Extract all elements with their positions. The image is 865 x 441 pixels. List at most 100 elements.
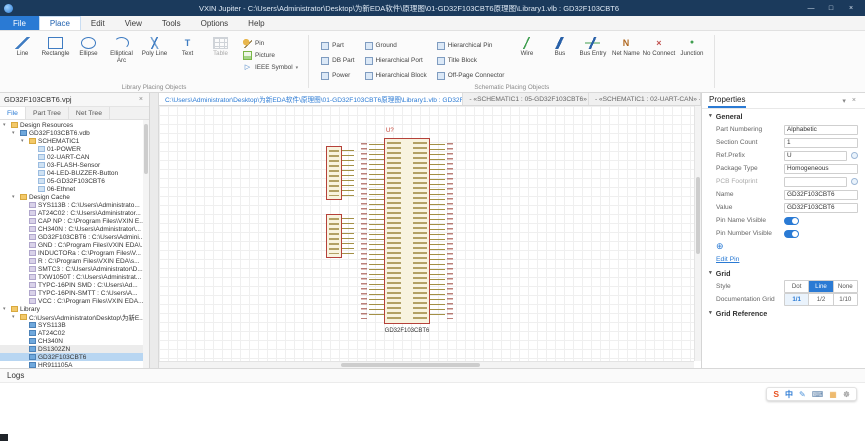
- tree-item[interactable]: SYS113B: [0, 321, 149, 329]
- scrollbar-thumb[interactable]: [696, 177, 700, 254]
- skin-icon[interactable]: ▦: [829, 390, 837, 399]
- ribbon-button[interactable]: ● Junction: [675, 33, 708, 58]
- menu-item[interactable]: View: [115, 16, 152, 30]
- schematic-canvas[interactable]: U? GD32F103CBT6: [159, 106, 701, 368]
- tree-item[interactable]: ▾ GD32F103CBT6.vdb: [0, 129, 149, 137]
- ribbon-button[interactable]: Table: [204, 33, 237, 65]
- tree-item[interactable]: SMTC3 : C:\Users\Administrator\D...: [0, 265, 149, 273]
- ribbon-small-button[interactable]: Ground: [364, 39, 427, 52]
- maximize-button[interactable]: □: [821, 0, 841, 16]
- edit-pin-link[interactable]: Edit Pin: [716, 256, 739, 263]
- section-count-input[interactable]: [784, 137, 858, 148]
- section-header-grid-reference[interactable]: ▾ Grid Reference: [702, 306, 865, 320]
- ribbon-button[interactable]: Line: [6, 33, 39, 65]
- grid-style-option[interactable]: Line: [809, 281, 834, 292]
- language-mode-icon[interactable]: 中: [785, 389, 793, 400]
- panel-close-icon[interactable]: ×: [137, 96, 145, 103]
- value-input[interactable]: [784, 202, 858, 213]
- logs-panel-header[interactable]: Logs: [0, 368, 865, 383]
- tree-scrollbar[interactable]: [143, 120, 149, 368]
- minimize-button[interactable]: —: [801, 0, 821, 16]
- tree-item[interactable]: DS1302ZN: [0, 345, 149, 353]
- document-tab[interactable]: - «SCHEMATIC1 : 02-UART-CAN» - ×: [589, 93, 701, 105]
- section-header-grid[interactable]: ▾ Grid: [702, 266, 865, 280]
- ribbon-button[interactable]: Bus Entry: [576, 33, 609, 58]
- keyboard-icon[interactable]: ⌨: [812, 390, 824, 399]
- doc-grid-option[interactable]: 1/2: [809, 294, 834, 305]
- ribbon-button[interactable]: N Net Name: [609, 33, 642, 58]
- ribbon-small-button[interactable]: Picture: [243, 51, 298, 60]
- tree-item[interactable]: VCC : C:\Program Files\VXIN EDA...: [0, 297, 149, 305]
- ribbon-button[interactable]: Rectangle: [39, 33, 72, 65]
- ribbon-button[interactable]: Wire: [510, 33, 543, 58]
- name-input[interactable]: [784, 189, 858, 200]
- pin-name-visible-toggle[interactable]: [784, 216, 799, 225]
- menu-item[interactable]: Options: [191, 16, 239, 30]
- ribbon-button[interactable]: T Text: [171, 33, 204, 65]
- tree-item[interactable]: GD32F103CBT6: [0, 353, 149, 361]
- ribbon-small-button[interactable]: Hierarchical Port: [364, 54, 427, 67]
- tree-item[interactable]: CH340N : C:\Users\Administrator\...: [0, 225, 149, 233]
- panel-menu-icon[interactable]: ▾: [839, 97, 849, 105]
- pcb-footprint-picker-icon[interactable]: [851, 178, 858, 185]
- tree-item[interactable]: 04-LED-BUZZER-Button: [0, 169, 149, 177]
- menu-item[interactable]: Help: [238, 16, 274, 30]
- scrollbar-thumb[interactable]: [144, 124, 148, 174]
- tree-item[interactable]: 06-Ethnet: [0, 185, 149, 193]
- expand-arrow-icon[interactable]: ▾: [12, 130, 18, 136]
- tree-item[interactable]: ▾ SCHEMATIC1: [0, 137, 149, 145]
- expand-arrow-icon[interactable]: ▾: [3, 122, 9, 128]
- tree-item[interactable]: TXW1050T : C:\Users\Administrat...: [0, 273, 149, 281]
- project-panel-tab[interactable]: Net Tree: [69, 107, 110, 119]
- close-button[interactable]: ×: [841, 0, 861, 16]
- tree-item[interactable]: 02-UART-CAN: [0, 153, 149, 161]
- vertical-scrollbar[interactable]: [694, 106, 701, 361]
- settings-icon[interactable]: ☸: [843, 390, 850, 399]
- panel-splitter[interactable]: [150, 93, 159, 368]
- tree-item[interactable]: TYPC-16PIN-SMTT : C:\Users\A...: [0, 289, 149, 297]
- expand-arrow-icon[interactable]: ▾: [12, 314, 18, 320]
- tree-item[interactable]: 05-GD32F103CBT6: [0, 177, 149, 185]
- tree-item[interactable]: CH340N: [0, 337, 149, 345]
- expand-arrow-icon[interactable]: ▾: [12, 194, 18, 200]
- tree-item[interactable]: 03-FLASH-Sensor: [0, 161, 149, 169]
- menu-item[interactable]: Edit: [81, 16, 115, 30]
- tree-item[interactable]: ▾ Design Resources: [0, 121, 149, 129]
- tree-item[interactable]: AT24C02 : C:\Users\Administrator...: [0, 209, 149, 217]
- ribbon-small-button[interactable]: Hierarchical Pin: [436, 39, 505, 52]
- tree-item[interactable]: ▾ Design Cache: [0, 193, 149, 201]
- document-tab[interactable]: C:\Users\Administrator\Desktop\为新EDA软件\原…: [159, 93, 464, 105]
- ribbon-small-button[interactable]: Off-Page Connector: [436, 69, 504, 82]
- pin-number-visible-toggle[interactable]: [784, 229, 799, 238]
- menu-item[interactable]: Place: [38, 16, 81, 30]
- ribbon-small-button[interactable]: Power: [321, 69, 354, 82]
- tree-item[interactable]: ▾ Library: [0, 305, 149, 313]
- ribbon-small-button[interactable]: Part: [321, 39, 354, 52]
- tree-item[interactable]: GND : C:\Program Files\VXIN EDA\...: [0, 241, 149, 249]
- ref-prefix-input[interactable]: [784, 150, 847, 161]
- expand-arrow-icon[interactable]: ▾: [21, 138, 27, 144]
- handwriting-icon[interactable]: ✎: [799, 390, 806, 399]
- project-panel-tab[interactable]: Part Tree: [26, 107, 69, 119]
- tree-item[interactable]: 01-POWER: [0, 145, 149, 153]
- doc-grid-option[interactable]: 1/10: [833, 294, 857, 305]
- sogou-logo-icon[interactable]: S: [773, 389, 779, 399]
- section-header-general[interactable]: ▾ General: [702, 109, 865, 123]
- menu-item[interactable]: Tools: [152, 16, 191, 30]
- part-numbering-input[interactable]: [784, 124, 858, 135]
- ribbon-button[interactable]: Bus: [543, 33, 576, 58]
- tree-item[interactable]: HR911105A: [0, 361, 149, 368]
- tree-item[interactable]: R : C:\Program Files\VXIN EDA\s...: [0, 257, 149, 265]
- file-menu-button[interactable]: File: [0, 16, 39, 30]
- pcb-footprint-input[interactable]: [784, 176, 847, 187]
- grid-style-option[interactable]: None: [833, 281, 857, 292]
- tree-item[interactable]: ▾ C:\Users\Administrator\Desktop\为新E...: [0, 313, 149, 321]
- ribbon-small-button[interactable]: DB Part: [321, 54, 355, 67]
- project-panel-tab[interactable]: File: [0, 107, 26, 119]
- ribbon-small-button[interactable]: Hierarchical Block: [364, 69, 427, 82]
- tree-item[interactable]: CAP NP : C:\Program Files\VXIN E...: [0, 217, 149, 225]
- doc-grid-option[interactable]: 1/1: [785, 294, 810, 305]
- ribbon-button[interactable]: × No Connect: [642, 33, 676, 58]
- scrollbar-thumb[interactable]: [340, 363, 480, 367]
- tree-item[interactable]: SYS113B : C:\Users\Administrato...: [0, 201, 149, 209]
